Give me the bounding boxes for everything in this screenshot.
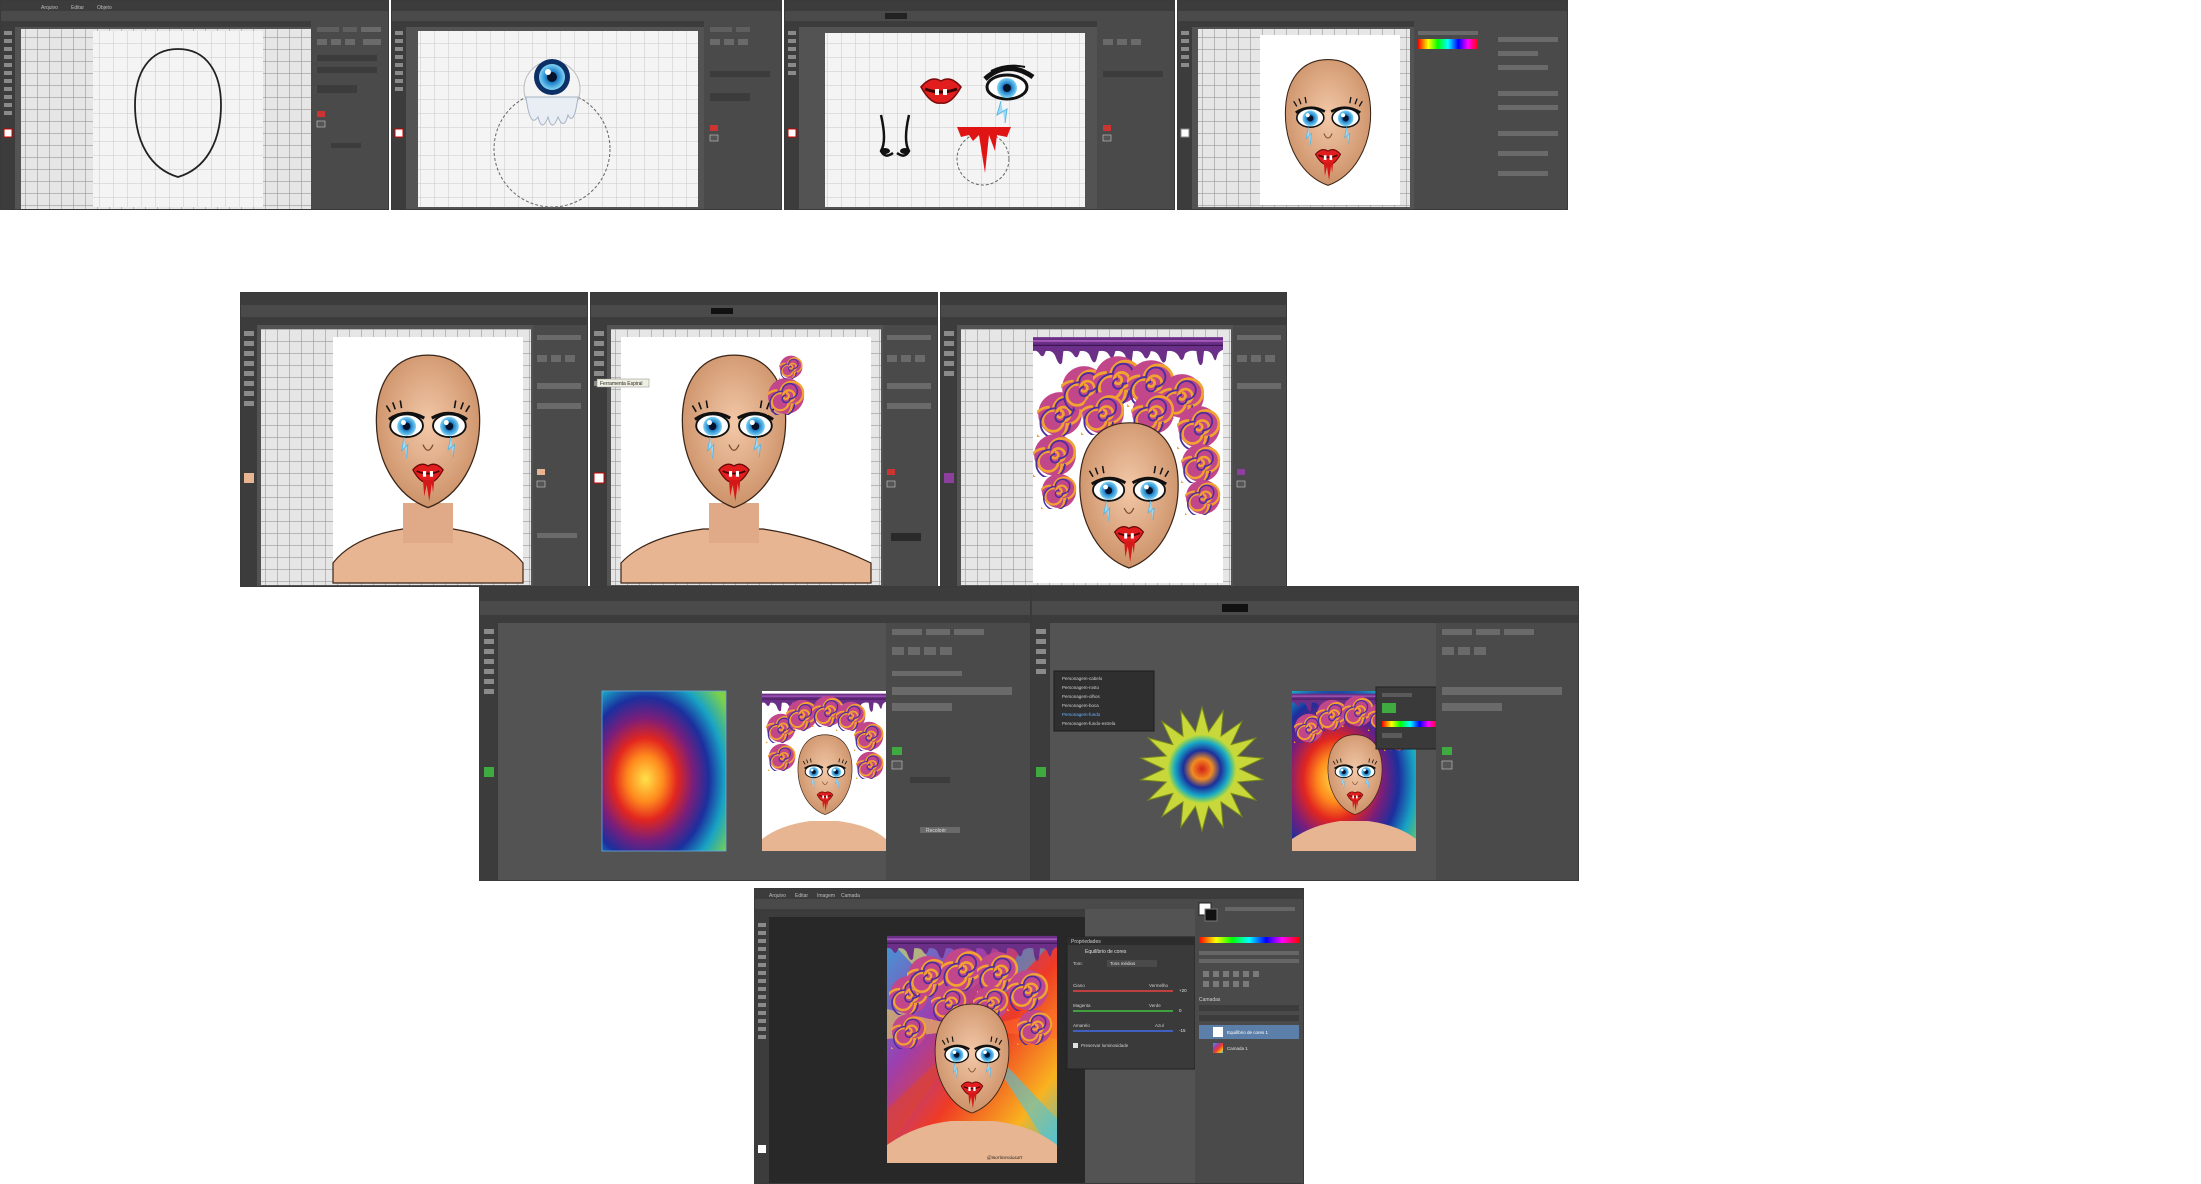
layer-menu-item[interactable]: Personagem-boca bbox=[1062, 703, 1099, 708]
ps-menu-label[interactable]: Arquivo bbox=[769, 893, 786, 899]
tooltip-text: Ferramenta Espiral bbox=[600, 381, 643, 387]
toolbar[interactable] bbox=[785, 27, 799, 210]
yellow-blue-slider[interactable] bbox=[1073, 1030, 1173, 1032]
toolbar[interactable] bbox=[1, 27, 15, 210]
properties-panel bbox=[1233, 325, 1286, 586]
layer-menu-item[interactable]: Personagem-cabelo bbox=[1062, 676, 1103, 681]
slider-value: +20 bbox=[1179, 988, 1187, 993]
screenshot-step-2-eye bbox=[391, 0, 782, 210]
ps-layer-name: Equilíbrio de cores 1 bbox=[1227, 1030, 1269, 1035]
menu-label: Arquivo bbox=[41, 5, 58, 11]
eye-illustration[interactable] bbox=[523, 59, 581, 126]
preserve-luminosity-label: Preservar luminosidade bbox=[1081, 1043, 1129, 1048]
properties-panel bbox=[1097, 21, 1174, 209]
slider-left-label: Magenta bbox=[1073, 1003, 1091, 1008]
cyan-red-slider[interactable] bbox=[1073, 990, 1173, 992]
screenshot-step-4-head bbox=[1177, 0, 1568, 210]
quick-action-recolor[interactable]: Recolorir bbox=[926, 828, 946, 834]
artboard bbox=[418, 31, 698, 207]
layer-menu-item[interactable]: Personagem-fundo-estrela bbox=[1062, 721, 1116, 726]
color-balance-title: Equilíbrio de cores bbox=[1085, 949, 1127, 955]
artboard bbox=[825, 33, 1085, 207]
control-bar bbox=[1, 11, 388, 21]
screenshot-step-9-star: Personagem-cabelo Personagem-rosto Perso… bbox=[1031, 586, 1579, 881]
menu-bar bbox=[1, 1, 388, 11]
color-spectrum[interactable] bbox=[1418, 39, 1478, 49]
preserve-luminosity-checkbox[interactable] bbox=[1073, 1043, 1078, 1048]
screenshot-step-6-spiral: Ferramenta Espiral bbox=[590, 292, 938, 587]
screenshot-step-5-neck bbox=[240, 292, 588, 587]
artist-signature: @marimessiasart bbox=[987, 1156, 1023, 1161]
color-panel bbox=[1414, 21, 1494, 209]
toolbar[interactable] bbox=[392, 27, 406, 210]
screenshot-step-7-hair bbox=[940, 292, 1287, 587]
ps-doc-tab-bar bbox=[755, 909, 1085, 917]
gradient-rectangle[interactable] bbox=[601, 690, 727, 852]
screenshot-step-3-features bbox=[784, 0, 1175, 210]
screenshot-step-10-photoshop: Arquivo Editar Imagem Camada @marimessia… bbox=[754, 888, 1304, 1184]
magenta-green-slider[interactable] bbox=[1073, 1010, 1173, 1012]
slider-right-label: Verde bbox=[1149, 1003, 1161, 1008]
ps-menu-label[interactable]: Camada bbox=[841, 893, 860, 899]
ps-properties-title: Propriedades bbox=[1071, 939, 1101, 945]
screenshot-step-8-gradient-bg: Recolorir bbox=[479, 586, 1031, 881]
fill-swatch[interactable] bbox=[3, 128, 13, 138]
screenshot-step-1-face-outline: Arquivo Editar Objeto bbox=[0, 0, 389, 210]
properties-panel bbox=[883, 325, 937, 586]
menu-label: Objeto bbox=[97, 5, 112, 11]
slider-value: -15 bbox=[1179, 1028, 1186, 1033]
ps-menu-label[interactable]: Editar bbox=[795, 893, 808, 899]
ps-color-ramp[interactable] bbox=[1199, 937, 1299, 943]
tone-label: Tom: bbox=[1073, 961, 1083, 966]
properties-panel bbox=[886, 623, 1030, 880]
properties-panel bbox=[1436, 623, 1578, 880]
star-center[interactable] bbox=[1168, 735, 1236, 803]
slider-right-label: Vermelho bbox=[1149, 983, 1169, 988]
layer-menu-item-selected[interactable]: Personagem-fundo bbox=[1062, 712, 1101, 717]
slider-left-label: Ciano bbox=[1073, 983, 1085, 988]
properties-panel bbox=[1494, 21, 1567, 209]
slider-left-label: Amarelo bbox=[1073, 1023, 1090, 1028]
final-artwork[interactable]: @marimessiasart bbox=[885, 935, 1057, 1163]
menu-label: Editar bbox=[71, 5, 84, 11]
ps-layers-title: Camadas bbox=[1199, 997, 1221, 1003]
properties-panel bbox=[704, 21, 781, 209]
tone-select-value: Tons médios bbox=[1110, 961, 1136, 966]
properties-panel bbox=[533, 325, 587, 586]
layer-menu-item[interactable]: Personagem-olhos bbox=[1062, 694, 1101, 699]
toolbar[interactable] bbox=[1178, 27, 1192, 210]
ps-menu-label[interactable]: Imagem bbox=[817, 893, 835, 899]
ps-layer-name: Camada 1 bbox=[1227, 1046, 1248, 1051]
gradient-slider[interactable] bbox=[1382, 721, 1438, 727]
layer-menu-item[interactable]: Personagem-rosto bbox=[1062, 685, 1100, 690]
slider-right-label: Azul bbox=[1155, 1023, 1164, 1028]
ps-menu-bar bbox=[755, 889, 1303, 899]
artboard bbox=[93, 31, 263, 207]
